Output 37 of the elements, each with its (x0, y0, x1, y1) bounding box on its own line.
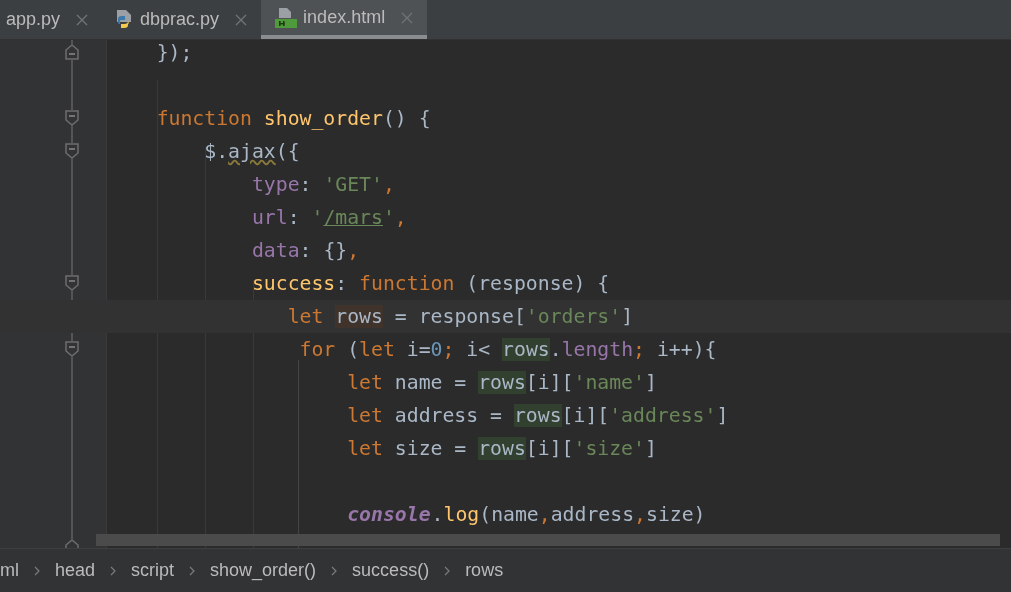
breadcrumb-item[interactable]: head (55, 557, 96, 584)
fold-icon[interactable] (65, 143, 79, 159)
breadcrumb-item[interactable]: script (131, 557, 175, 584)
code-line: url: '/mars', (250, 206, 407, 229)
fold-icon[interactable] (65, 44, 79, 60)
close-icon[interactable] (401, 11, 414, 24)
code-line: }); (155, 41, 193, 64)
fold-icon[interactable] (65, 341, 79, 357)
fold-icon[interactable] (65, 275, 79, 291)
breadcrumb-item[interactable]: success() (352, 557, 430, 584)
breadcrumb-item[interactable]: rows (465, 557, 504, 584)
editor-tab[interactable]: app.py (0, 0, 103, 39)
editor-tab[interactable]: dbprac.py (102, 0, 262, 39)
code-line: $.ajax({ (203, 140, 300, 163)
code-line: console.log(name,address,size) (346, 503, 706, 526)
code-line: for (let i=0; i< rows.length; i++){ (298, 338, 717, 361)
code-line: let address = rows[i]['address'] (346, 404, 729, 427)
breadcrumb-item[interactable]: ml (0, 557, 19, 584)
chevron-icon (330, 565, 339, 576)
chevron-icon (33, 565, 41, 576)
chevron-icon (443, 565, 452, 576)
chevron-icon (109, 565, 118, 576)
code-line: let rows = response['orders'] (286, 305, 634, 328)
code-line: function show_order() { (155, 107, 431, 130)
horizontal-scrollbar[interactable] (96, 534, 1000, 546)
chevron-icon (188, 565, 197, 576)
code-line: success: function (response) { (250, 272, 610, 295)
code-line: data: {}, (250, 239, 360, 262)
breadcrumb-item[interactable]: show_order() (210, 557, 317, 584)
code-line: let size = rows[i]['size'] (346, 437, 657, 460)
fold-icon[interactable] (65, 110, 79, 126)
code-line: type: 'GET', (250, 173, 395, 196)
html-file-icon (273, 6, 298, 29)
code-line: let name = rows[i]['name'] (346, 371, 657, 394)
close-icon[interactable] (235, 13, 248, 26)
editor-tab[interactable]: index.html (261, 0, 428, 39)
close-icon[interactable] (76, 13, 89, 26)
